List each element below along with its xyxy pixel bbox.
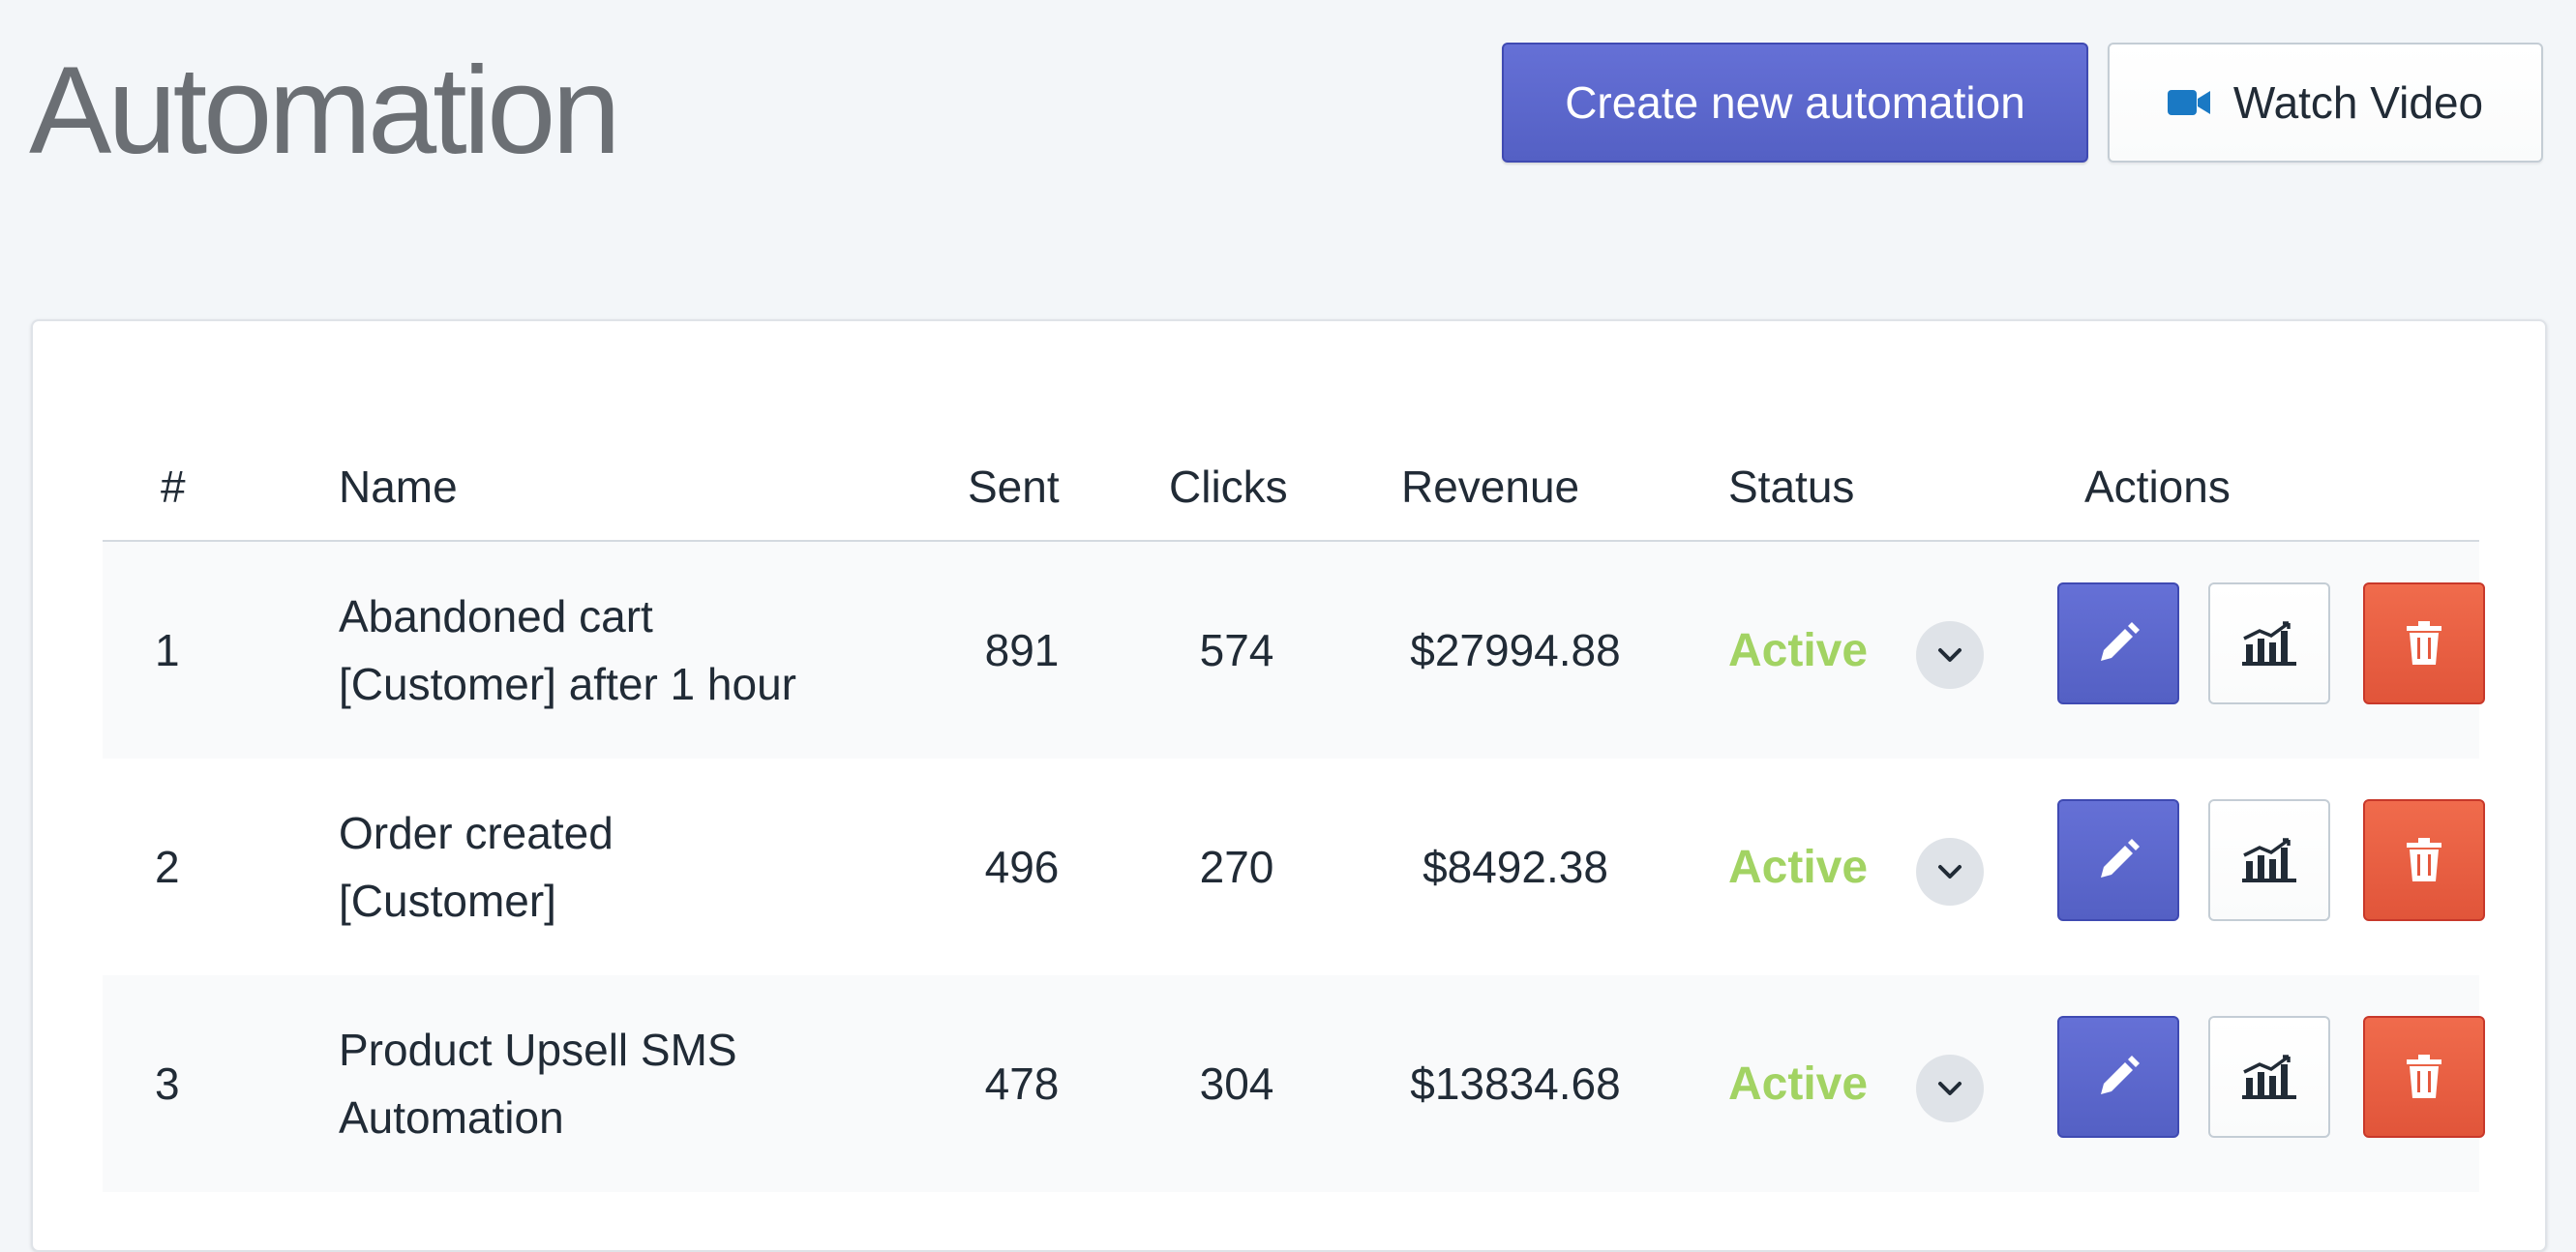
column-header-number: # — [161, 462, 186, 512]
row-number: 1 — [155, 625, 180, 675]
column-header-clicks: Clicks — [1169, 462, 1288, 512]
chart-icon — [2242, 1055, 2296, 1099]
status-dropdown-toggle[interactable] — [1916, 1055, 1984, 1122]
pencil-icon — [2101, 1056, 2140, 1094]
pencil-icon — [2101, 622, 2140, 661]
row-sent: 478 — [984, 1058, 1060, 1109]
watch-video-label: Watch Video — [2232, 77, 2484, 128]
status-dropdown-toggle[interactable] — [1916, 838, 1984, 906]
row-clicks: 304 — [1199, 1058, 1274, 1109]
automation-card: # Name Sent Clicks Revenue Status Action… — [31, 319, 2547, 1252]
stats-button[interactable] — [2208, 799, 2330, 921]
row-revenue: $8492.38 — [1423, 842, 1608, 892]
pencil-icon — [2101, 839, 2140, 878]
create-automation-label: Create new automation — [1565, 77, 2025, 128]
stats-button[interactable] — [2208, 1016, 2330, 1138]
chart-icon — [2242, 621, 2296, 666]
row-name: Abandoned cart [Customer] after 1 hour — [339, 591, 796, 709]
row-clicks: 270 — [1199, 842, 1274, 892]
table-row: 2 Order created [Customer] 496 270 $8492… — [103, 759, 2485, 975]
row-name-cell: Order created [Customer] — [339, 759, 668, 975]
delete-button[interactable] — [2363, 1016, 2485, 1138]
status-dropdown-toggle[interactable] — [1916, 621, 1984, 689]
column-header-revenue: Revenue — [1401, 462, 1580, 512]
edit-button[interactable] — [2057, 1016, 2179, 1138]
chevron-down-icon — [1938, 1082, 1962, 1095]
column-header-status: Status — [1728, 462, 1855, 512]
trash-icon — [2407, 621, 2441, 665]
row-sent: 891 — [984, 625, 1060, 675]
page-title: Automation — [29, 42, 620, 180]
row-revenue: $27994.88 — [1410, 625, 1621, 675]
table-header: # Name Sent Clicks Revenue Status Action… — [103, 418, 2479, 542]
row-name: Product Upsell SMS Automation — [339, 1025, 737, 1143]
row-number: 3 — [155, 1058, 180, 1109]
column-header-name: Name — [339, 462, 458, 512]
row-clicks: 574 — [1199, 625, 1274, 675]
status-badge: Active — [1728, 624, 1869, 676]
column-header-actions: Actions — [2084, 462, 2231, 512]
status-badge: Active — [1728, 1058, 1869, 1110]
row-name: Order created [Customer] — [339, 808, 614, 926]
table-row: 3 Product Upsell SMS Automation 478 304 … — [103, 975, 2485, 1192]
video-camera-icon — [2167, 88, 2210, 117]
chart-icon — [2242, 838, 2296, 882]
chevron-down-icon — [1938, 648, 1962, 662]
trash-icon — [2407, 838, 2441, 881]
delete-button[interactable] — [2363, 582, 2485, 704]
status-badge: Active — [1728, 841, 1869, 893]
row-name-cell: Abandoned cart [Customer] after 1 hour — [339, 542, 881, 759]
row-sent: 496 — [984, 842, 1060, 892]
watch-video-button[interactable]: Watch Video — [2108, 43, 2543, 163]
delete-button[interactable] — [2363, 799, 2485, 921]
row-name-cell: Product Upsell SMS Automation — [339, 975, 842, 1192]
stats-button[interactable] — [2208, 582, 2330, 704]
row-revenue: $13834.68 — [1410, 1058, 1621, 1109]
edit-button[interactable] — [2057, 582, 2179, 704]
chevron-down-icon — [1938, 865, 1962, 879]
row-number: 2 — [155, 842, 180, 892]
column-header-sent: Sent — [968, 462, 1060, 512]
trash-icon — [2407, 1055, 2441, 1098]
create-automation-button[interactable]: Create new automation — [1502, 43, 2088, 163]
edit-button[interactable] — [2057, 799, 2179, 921]
table-row: 1 Abandoned cart [Customer] after 1 hour… — [103, 542, 2485, 759]
